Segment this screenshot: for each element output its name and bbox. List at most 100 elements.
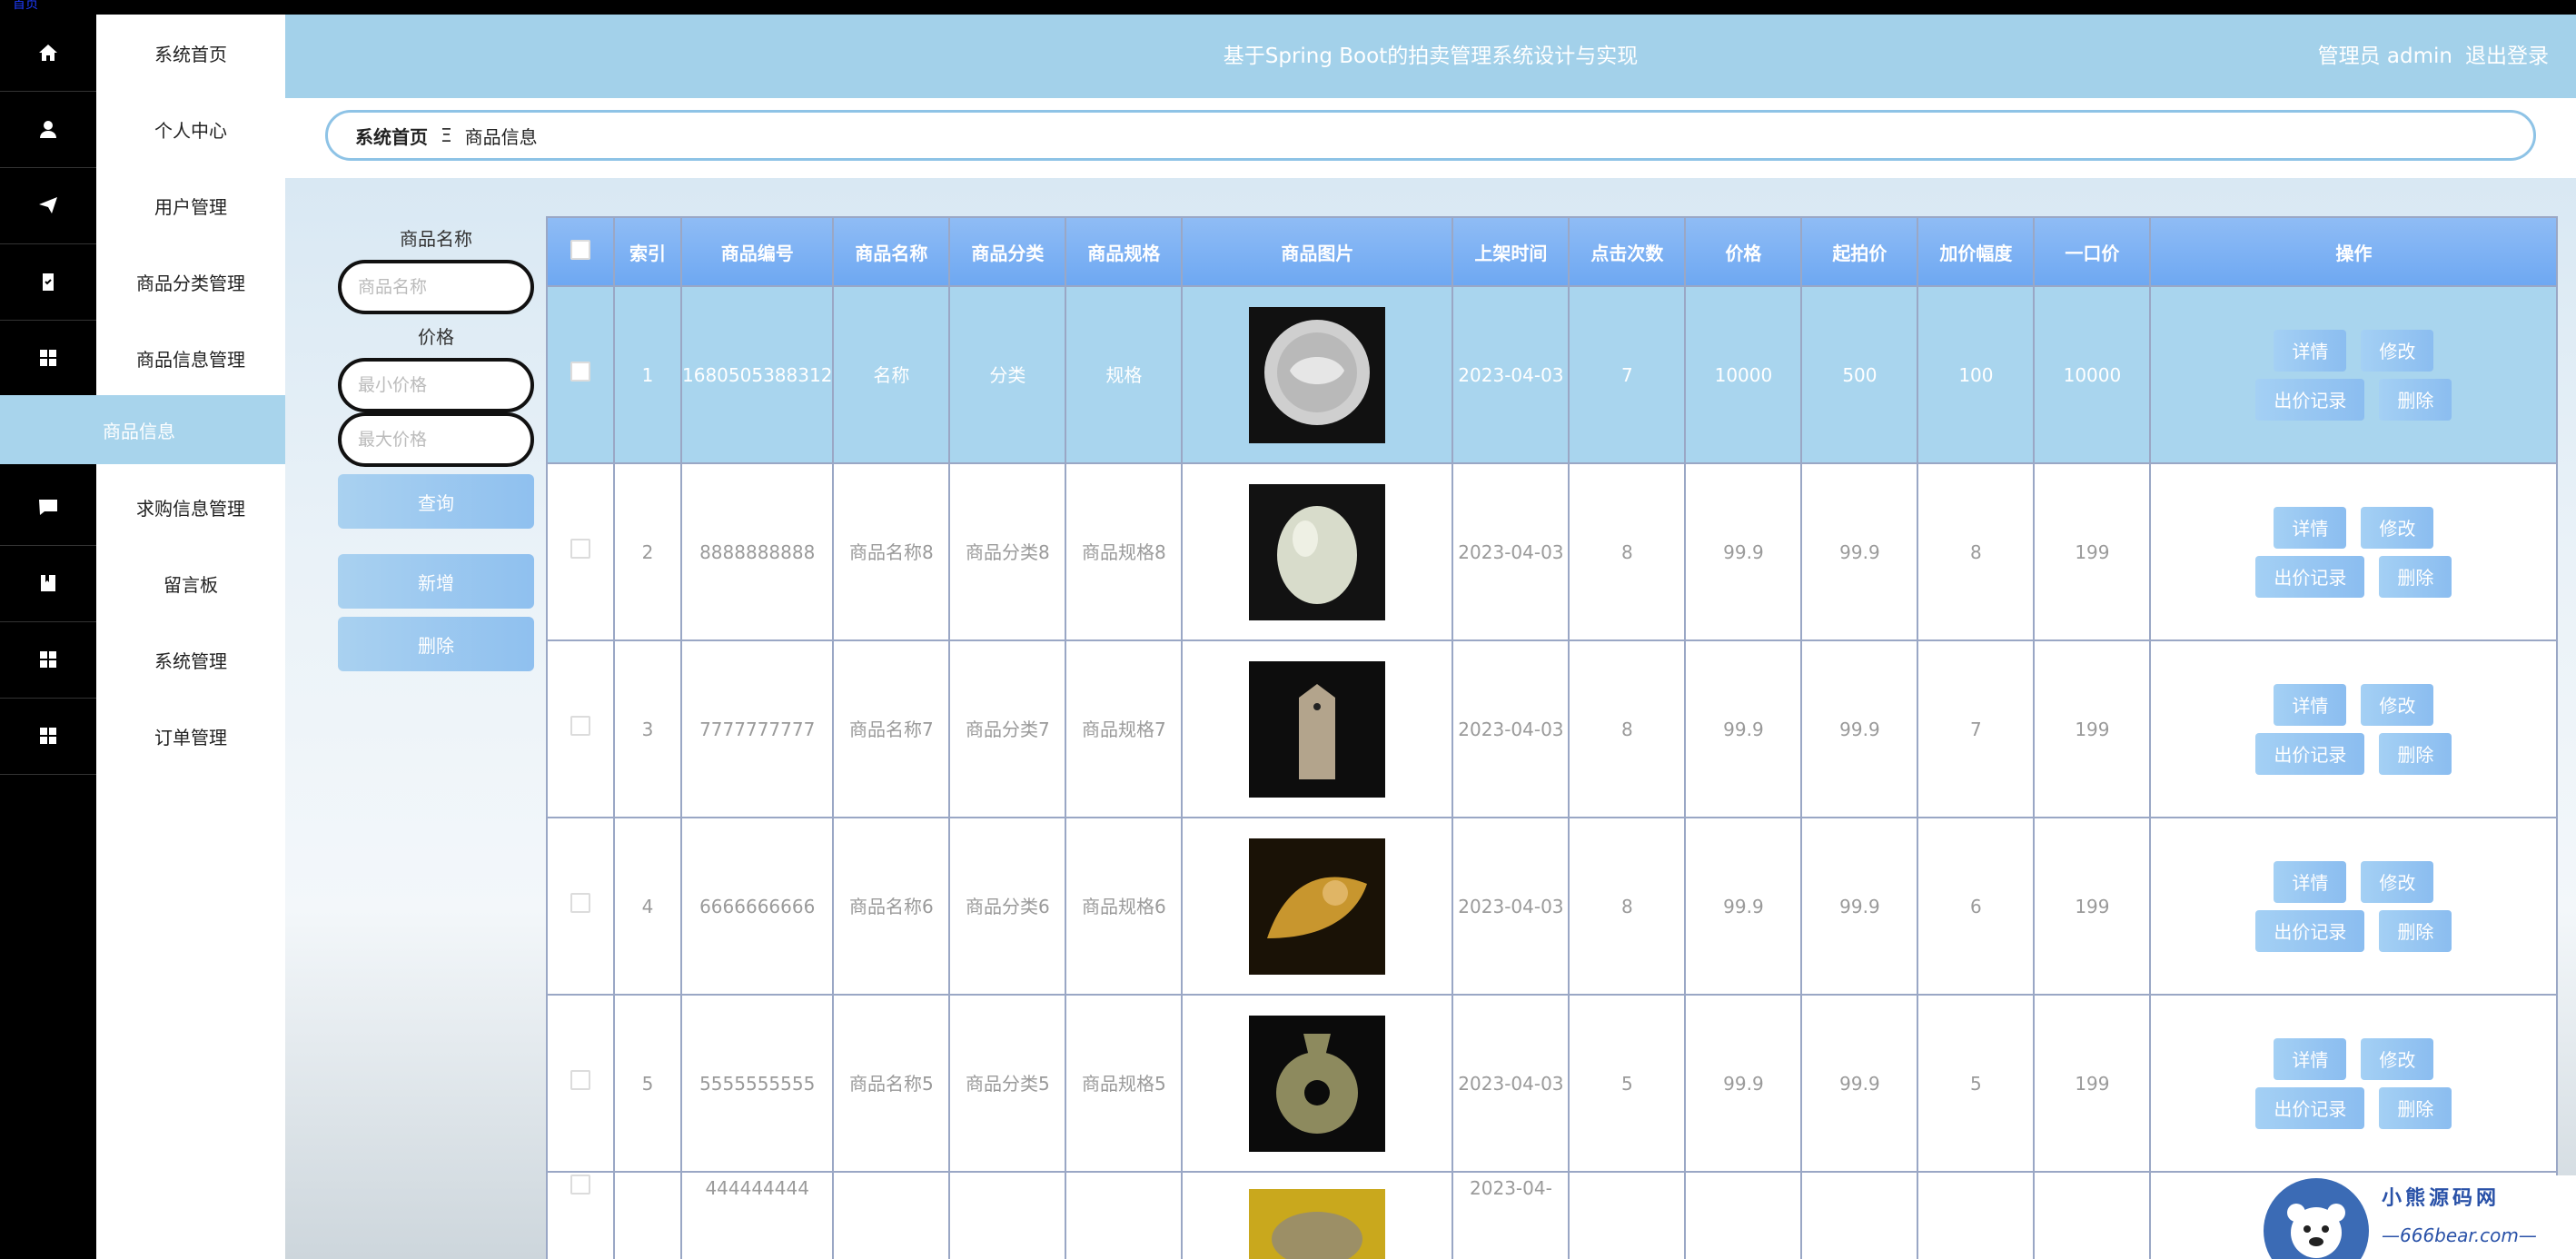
cell-date: 2023-04-03 [1451,285,1570,464]
bid-records-button[interactable]: 出价记录 [2255,378,2365,421]
row-delete-button[interactable]: 删除 [2379,732,2452,775]
cell-spec: 商品规格5 [1065,994,1184,1173]
cell-index: 3 [613,639,682,818]
bid-records-button[interactable]: 出价记录 [2255,732,2365,775]
cell-spec: 规格 [1065,285,1184,464]
edit-button[interactable]: 修改 [2361,1037,2434,1080]
sidebar-item-label: 商品分类管理 [136,272,245,294]
cell-category: 商品分类8 [948,462,1067,641]
cell-name: 商品名称6 [832,817,951,996]
cell-name [832,1171,951,1259]
row-checkbox[interactable] [570,1069,590,1090]
edit-button[interactable]: 修改 [2361,329,2434,372]
column-header: 操作 [2149,216,2559,287]
cell-buyout: 10000 [2033,285,2152,464]
cell-step: 5 [1917,994,2036,1173]
goods-image [1183,306,1451,443]
row-checkbox[interactable] [570,1175,590,1195]
goods-name-input[interactable] [338,260,534,314]
filter-panel: 商品名称 价格 查询 新增 删除 [338,225,534,671]
edit-button[interactable]: 修改 [2361,683,2434,726]
row-delete-button[interactable]: 删除 [2379,1086,2452,1129]
sidebar-item-label: 系统管理 [154,649,227,672]
sidebar-item[interactable]: 用户管理 [0,167,285,244]
cell-spec: 商品规格8 [1065,462,1184,641]
sidebar-item-label: 用户管理 [154,195,227,218]
edit-button[interactable]: 修改 [2361,860,2434,903]
sidebar-item[interactable]: 系统管理 [0,621,285,699]
bid-records-button[interactable]: 出价记录 [2255,555,2365,598]
table-row[interactable]: 5 5555555555 商品名称5 商品分类5 商品规格5 2023-04-03 5 99.… [546,994,2559,1173]
detail-button[interactable]: 详情 [2274,329,2347,372]
search-button[interactable]: 查询 [338,474,534,529]
sidebar-item-label: 订单管理 [154,726,227,748]
price-label: 价格 [418,326,454,348]
min-price-input[interactable] [338,358,534,412]
column-header: 商品规格 [1065,216,1184,287]
cell-clicks: 5 [1568,994,1687,1173]
cell-image [1181,817,1454,996]
cell-actions: 详情 修改 出价记录 删除 [2149,462,2559,641]
goods-name-label: 商品名称 [400,228,472,250]
column-header: 商品图片 [1181,216,1454,287]
cell-category: 商品分类7 [948,639,1067,818]
column-header: 索引 [613,216,682,287]
row-checkbox[interactable] [570,892,590,913]
breadcrumb-home[interactable]: 系统首页 [355,123,428,149]
table-row[interactable]: 3 7777777777 商品名称7 商品分类7 商品规格7 2023-04-03 8 99.… [546,639,2559,818]
cell-price: 99.9 [1684,994,1803,1173]
table-row[interactable]: 4 6666666666 商品名称6 商品分类6 商品规格6 2023-04-03 8 99.… [546,817,2559,996]
sidebar-item[interactable]: 留言板 [0,545,285,622]
sidebar-subitem-goods-info[interactable]: 商品信息 [0,395,285,464]
cell-start: 99.9 [1800,639,1919,818]
sidebar-item[interactable]: 商品信息管理 [0,320,285,397]
user-info: 管理员 admin 退出登录 [2318,15,2549,98]
logout-link[interactable]: 退出登录 [2465,45,2549,68]
column-header: 商品编号 [679,216,835,287]
watermark-title: 小熊源码网 [2382,1187,2501,1210]
cell-date: 2023-04-03 [1451,462,1570,641]
row-delete-button[interactable]: 删除 [2379,909,2452,952]
cell-step: 100 [1917,285,2036,464]
sidebar-item[interactable]: 订单管理 [0,698,285,775]
max-price-input[interactable] [338,412,534,467]
row-select-cell [546,462,615,641]
header-bar: 基于Spring Boot的拍卖管理系统设计与实现 管理员 admin 退出登录 [285,15,2576,98]
cell-image [1181,1171,1454,1259]
top-strip: 首页 [0,0,2576,15]
sidebar-item[interactable]: 个人中心 [0,91,285,168]
delete-button[interactable]: 删除 [338,617,534,671]
row-checkbox[interactable] [570,361,590,382]
row-delete-button[interactable]: 删除 [2379,555,2452,598]
cell-start [1800,1171,1919,1259]
cell-start: 500 [1800,285,1919,464]
top-link[interactable]: 首页 [13,0,38,13]
cell-step [1917,1171,2036,1259]
sidebar-item[interactable]: 求购信息管理 [0,469,285,546]
column-header: 起拍价 [1800,216,1919,287]
row-checkbox[interactable] [570,538,590,559]
cell-clicks: 7 [1568,285,1687,464]
table-row[interactable]: 1 1680505388312 名称 分类 规格 2023-04-03 7 10000 500 1… [546,285,2559,464]
sidebar-item[interactable]: 商品分类管理 [0,243,285,321]
add-button[interactable]: 新增 [338,554,534,609]
cell-category: 分类 [948,285,1067,464]
grid-icon [0,698,96,775]
bid-records-button[interactable]: 出价记录 [2255,1086,2365,1129]
detail-button[interactable]: 详情 [2274,506,2347,549]
select-all-checkbox[interactable] [570,239,590,260]
bid-records-button[interactable]: 出价记录 [2255,909,2365,952]
sidebar-item[interactable]: 系统首页 [0,15,285,92]
row-delete-button[interactable]: 删除 [2379,378,2452,421]
detail-button[interactable]: 详情 [2274,683,2347,726]
breadcrumb-separator: Ξ [441,124,452,146]
cell-clicks: 8 [1568,817,1687,996]
cell-start: 99.9 [1800,817,1919,996]
detail-button[interactable]: 详情 [2274,860,2347,903]
table-row[interactable]: 2 8888888888 商品名称8 商品分类8 商品规格8 2023-04-03 8 99.… [546,462,2559,641]
detail-button[interactable]: 详情 [2274,1037,2347,1080]
cell-image [1181,462,1454,641]
edit-button[interactable]: 修改 [2361,506,2434,549]
row-checkbox[interactable] [570,715,590,736]
cell-step: 6 [1917,817,2036,996]
